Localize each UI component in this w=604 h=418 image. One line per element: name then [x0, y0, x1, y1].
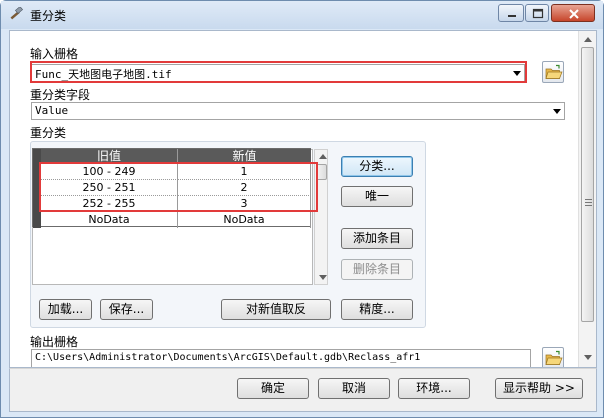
table-cell-old[interactable]: NoData	[41, 212, 178, 228]
scroll-up-icon[interactable]	[584, 37, 592, 42]
maximize-icon	[532, 8, 544, 19]
dialog-footer: 确定 取消 环境... 显示帮助 >>	[9, 368, 597, 412]
delete-entry-button[interactable]: 删除条目	[341, 259, 413, 280]
close-icon	[569, 9, 579, 19]
scroll-down-icon[interactable]	[319, 275, 327, 280]
add-entry-button[interactable]: 添加条目	[341, 228, 413, 249]
title-bar[interactable]: 重分类	[1, 1, 603, 29]
reclassify-label: 重分类	[30, 126, 67, 140]
input-raster-browse-button[interactable]	[542, 61, 564, 83]
output-raster-label: 输出栅格	[30, 335, 79, 349]
reclass-field-label: 重分类字段	[30, 88, 91, 102]
folder-open-icon	[545, 350, 563, 365]
reclass-field-value: Value	[35, 104, 69, 117]
environments-button[interactable]: 环境...	[398, 378, 470, 399]
show-help-button[interactable]: 显示帮助 >>	[495, 378, 583, 399]
load-button[interactable]: 加载...	[39, 299, 92, 320]
scroll-down-icon[interactable]	[584, 355, 592, 360]
save-button[interactable]: 保存...	[100, 299, 153, 320]
window-title: 重分类	[30, 9, 67, 23]
dialog-window: 重分类 输入栅格 Func_天地图电子地图.tif 重分类字段 Value 重分…	[0, 0, 604, 418]
panel-scrollbar[interactable]	[578, 31, 596, 367]
reverse-new-values-button[interactable]: 对新值取反	[221, 299, 331, 320]
chevron-down-icon	[553, 109, 561, 114]
panel-scroll-thumb[interactable]	[581, 47, 594, 322]
input-raster-label: 输入栅格	[30, 47, 79, 61]
folder-open-icon	[545, 64, 563, 79]
scroll-up-icon[interactable]	[319, 154, 327, 159]
table-cell-new[interactable]: NoData	[178, 212, 311, 228]
precision-button[interactable]: 精度...	[341, 299, 413, 320]
output-raster-input[interactable]: C:\Users\Administrator\Documents\ArcGIS\…	[31, 349, 531, 367]
maximize-button[interactable]	[525, 4, 549, 22]
cancel-button[interactable]: 取消	[318, 378, 390, 399]
grip-icon	[585, 199, 592, 206]
input-raster-highlight	[30, 61, 527, 83]
hammer-tool-icon	[8, 6, 24, 23]
close-button[interactable]	[551, 4, 595, 22]
minimize-button[interactable]	[498, 4, 524, 22]
classify-button[interactable]: 分类...	[341, 156, 413, 177]
tool-parameters-panel: 输入栅格 Func_天地图电子地图.tif 重分类字段 Value 重分类 旧值…	[9, 30, 597, 368]
table-rows-highlight	[39, 162, 318, 212]
ok-button[interactable]: 确定	[237, 378, 309, 399]
minimize-icon	[508, 15, 516, 17]
reclass-field-combo[interactable]: Value	[31, 102, 565, 120]
output-raster-browse-button[interactable]	[542, 347, 564, 367]
output-raster-value: C:\Users\Administrator\Documents\ArcGIS\…	[35, 352, 421, 363]
unique-button[interactable]: 唯一	[341, 186, 413, 207]
